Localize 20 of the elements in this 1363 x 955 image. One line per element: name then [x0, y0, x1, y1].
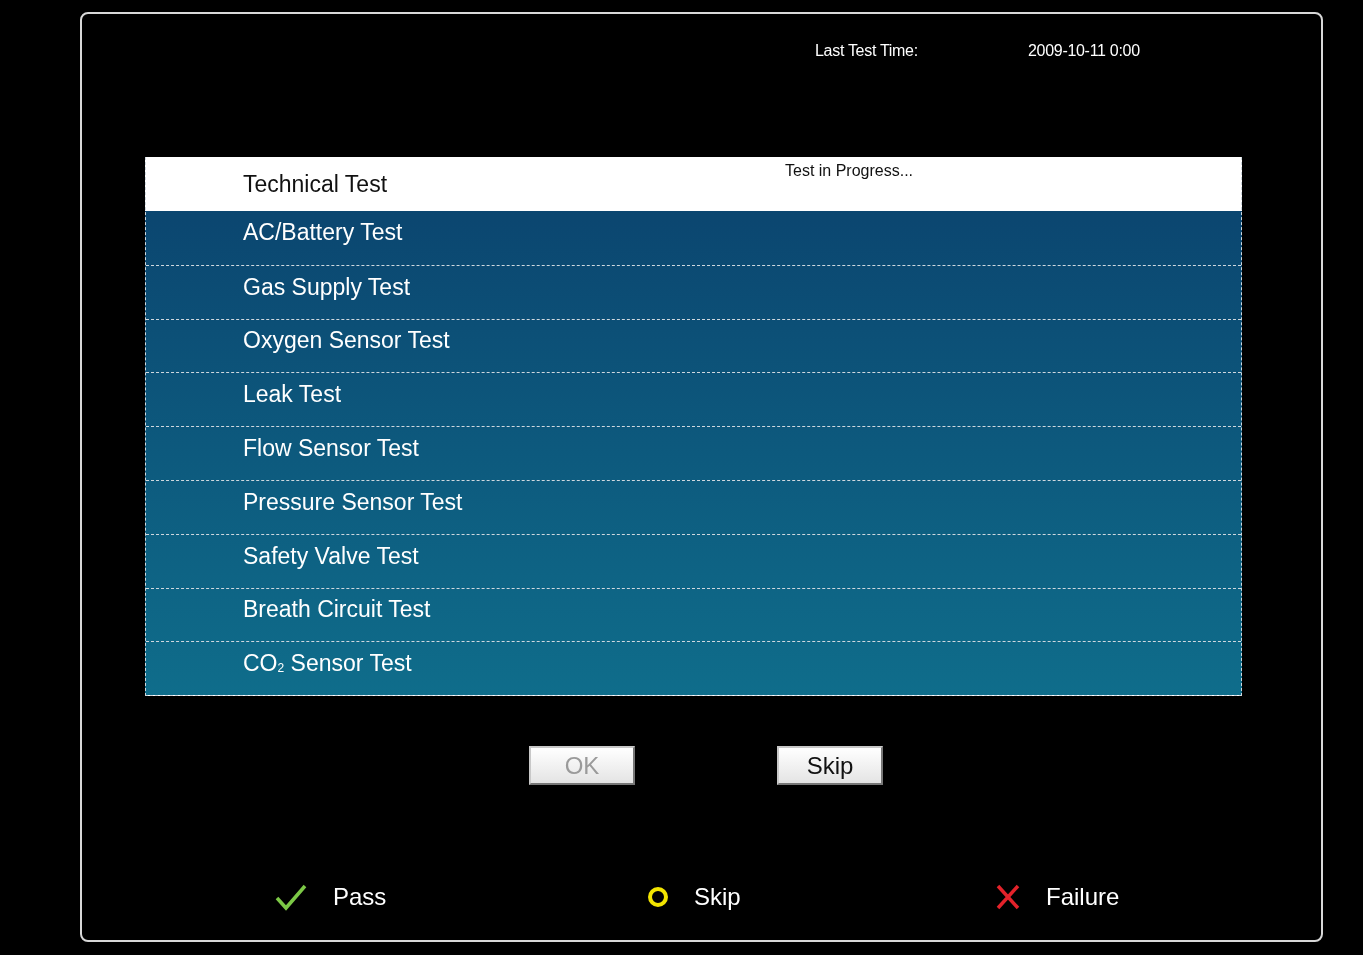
- legend-label: Skip: [694, 883, 741, 912]
- status-text: Test in Progress...: [785, 162, 915, 181]
- test-name: Breath Circuit Test: [243, 596, 431, 624]
- last-test-label: Last Test Time:: [815, 42, 919, 61]
- test-name: CO$_{2}$ Sensor Test: [243, 650, 412, 678]
- legend-label: Failure: [1046, 883, 1120, 912]
- last-test-time: 2009-10-11 0:00: [1028, 42, 1141, 61]
- test-name: AC/Battery Test: [243, 219, 403, 247]
- test-name: Oxygen Sensor Test: [243, 327, 450, 355]
- circle-icon: [648, 887, 668, 908]
- check-icon: [275, 883, 307, 912]
- test-name: Pressure Sensor Test: [243, 488, 463, 516]
- test-name: Flow Sensor Test: [243, 435, 419, 463]
- skip-button[interactable]: Skip: [777, 746, 883, 786]
- cross-icon: [996, 884, 1020, 911]
- legend-label: Pass: [333, 883, 387, 912]
- test-name: Safety Valve Test: [243, 542, 419, 570]
- test-name: Gas Supply Test: [243, 273, 411, 301]
- list-title: Technical Test: [243, 170, 389, 198]
- test-name: Leak Test: [243, 381, 342, 409]
